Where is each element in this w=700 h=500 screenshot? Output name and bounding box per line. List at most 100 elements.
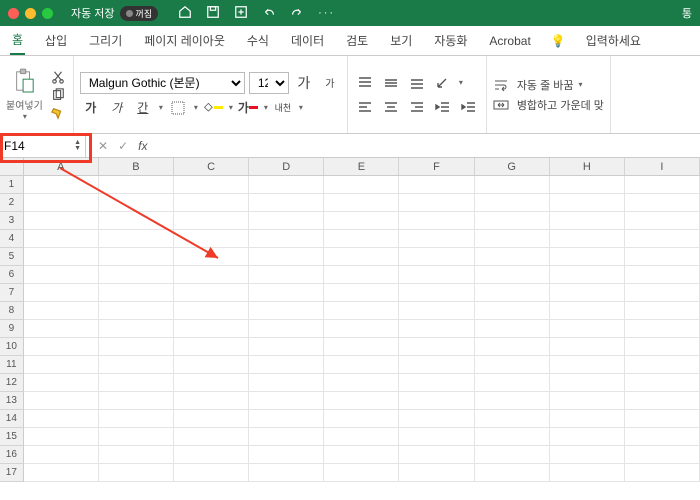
chevron-down-icon[interactable]: ▾ — [7, 112, 43, 121]
cell[interactable] — [99, 212, 174, 230]
cell[interactable] — [550, 356, 625, 374]
cell[interactable] — [475, 428, 550, 446]
cell[interactable] — [475, 356, 550, 374]
row-header[interactable]: 8 — [0, 302, 24, 320]
cell[interactable] — [399, 230, 474, 248]
cell[interactable] — [249, 194, 324, 212]
save-icon[interactable] — [206, 5, 220, 22]
cell[interactable] — [24, 374, 99, 392]
align-middle-icon[interactable] — [380, 73, 402, 93]
cell[interactable] — [324, 302, 399, 320]
cell[interactable] — [475, 320, 550, 338]
cell[interactable] — [174, 356, 249, 374]
cell[interactable] — [24, 230, 99, 248]
cell[interactable] — [249, 374, 324, 392]
cell[interactable] — [324, 194, 399, 212]
cell[interactable] — [99, 338, 174, 356]
row-header[interactable]: 5 — [0, 248, 24, 266]
cell[interactable] — [99, 248, 174, 266]
cell[interactable] — [550, 194, 625, 212]
col-header[interactable]: B — [99, 158, 174, 175]
cell[interactable] — [174, 410, 249, 428]
tab-formulas[interactable]: 수식 — [245, 27, 271, 54]
cell[interactable] — [24, 428, 99, 446]
cell[interactable] — [249, 284, 324, 302]
cell[interactable] — [550, 284, 625, 302]
cell[interactable] — [625, 230, 700, 248]
cell[interactable] — [399, 392, 474, 410]
cell[interactable] — [324, 338, 399, 356]
row-header[interactable]: 4 — [0, 230, 24, 248]
cell[interactable] — [625, 248, 700, 266]
cell[interactable] — [249, 266, 324, 284]
cell[interactable] — [324, 320, 399, 338]
cell[interactable] — [174, 428, 249, 446]
copy-icon[interactable] — [49, 87, 67, 103]
cell[interactable] — [324, 212, 399, 230]
cell[interactable] — [174, 266, 249, 284]
cell[interactable] — [550, 230, 625, 248]
tab-draw[interactable]: 그리기 — [87, 27, 124, 54]
cell[interactable] — [475, 248, 550, 266]
cell[interactable] — [249, 212, 324, 230]
align-right-icon[interactable] — [406, 97, 428, 117]
tab-insert[interactable]: 삽입 — [43, 27, 69, 54]
cell[interactable] — [475, 410, 550, 428]
cell[interactable] — [475, 176, 550, 194]
cell[interactable] — [625, 338, 700, 356]
col-header[interactable]: G — [475, 158, 550, 175]
cell[interactable] — [550, 212, 625, 230]
cell[interactable] — [399, 266, 474, 284]
cell[interactable] — [399, 356, 474, 374]
cell[interactable] — [475, 266, 550, 284]
row-header[interactable]: 3 — [0, 212, 24, 230]
grow-font-button[interactable]: 가 — [293, 73, 315, 93]
cell[interactable] — [550, 446, 625, 464]
col-header[interactable]: F — [399, 158, 474, 175]
cell[interactable] — [550, 302, 625, 320]
cell[interactable] — [625, 374, 700, 392]
cell[interactable] — [475, 446, 550, 464]
cell[interactable] — [399, 176, 474, 194]
cell[interactable] — [249, 464, 324, 482]
cell[interactable] — [324, 410, 399, 428]
cell[interactable] — [625, 302, 700, 320]
cell[interactable] — [475, 284, 550, 302]
cell[interactable] — [24, 266, 99, 284]
cell[interactable] — [99, 392, 174, 410]
cell[interactable] — [24, 248, 99, 266]
cell[interactable] — [625, 464, 700, 482]
tab-automate[interactable]: 자동화 — [432, 27, 469, 54]
cell[interactable] — [174, 446, 249, 464]
cell[interactable] — [99, 194, 174, 212]
cell[interactable] — [99, 374, 174, 392]
cell[interactable] — [550, 374, 625, 392]
align-left-icon[interactable] — [354, 97, 376, 117]
spreadsheet-grid[interactable]: A B C D E F G H I 1234567891011121314151… — [0, 158, 700, 482]
cell[interactable] — [550, 428, 625, 446]
more-icon[interactable]: ··· — [318, 7, 335, 19]
row-header[interactable]: 11 — [0, 356, 24, 374]
cancel-formula-icon[interactable]: ✕ — [98, 139, 108, 153]
cell[interactable] — [625, 284, 700, 302]
cell[interactable] — [249, 248, 324, 266]
cell[interactable] — [24, 194, 99, 212]
cell[interactable] — [249, 338, 324, 356]
cell[interactable] — [550, 248, 625, 266]
cell[interactable] — [625, 356, 700, 374]
col-header[interactable]: C — [174, 158, 249, 175]
fill-color-button[interactable] — [202, 98, 224, 118]
cell[interactable] — [625, 320, 700, 338]
cell[interactable] — [24, 284, 99, 302]
name-box[interactable]: ▲ ▼ — [0, 134, 86, 158]
cell[interactable] — [625, 392, 700, 410]
cell[interactable] — [99, 302, 174, 320]
row-header[interactable]: 10 — [0, 338, 24, 356]
shrink-font-button[interactable]: 가 — [319, 73, 341, 93]
cell[interactable] — [399, 338, 474, 356]
cell[interactable] — [174, 374, 249, 392]
cell[interactable] — [24, 446, 99, 464]
tab-view[interactable]: 보기 — [388, 27, 414, 54]
row-header[interactable]: 7 — [0, 284, 24, 302]
cell[interactable] — [550, 266, 625, 284]
